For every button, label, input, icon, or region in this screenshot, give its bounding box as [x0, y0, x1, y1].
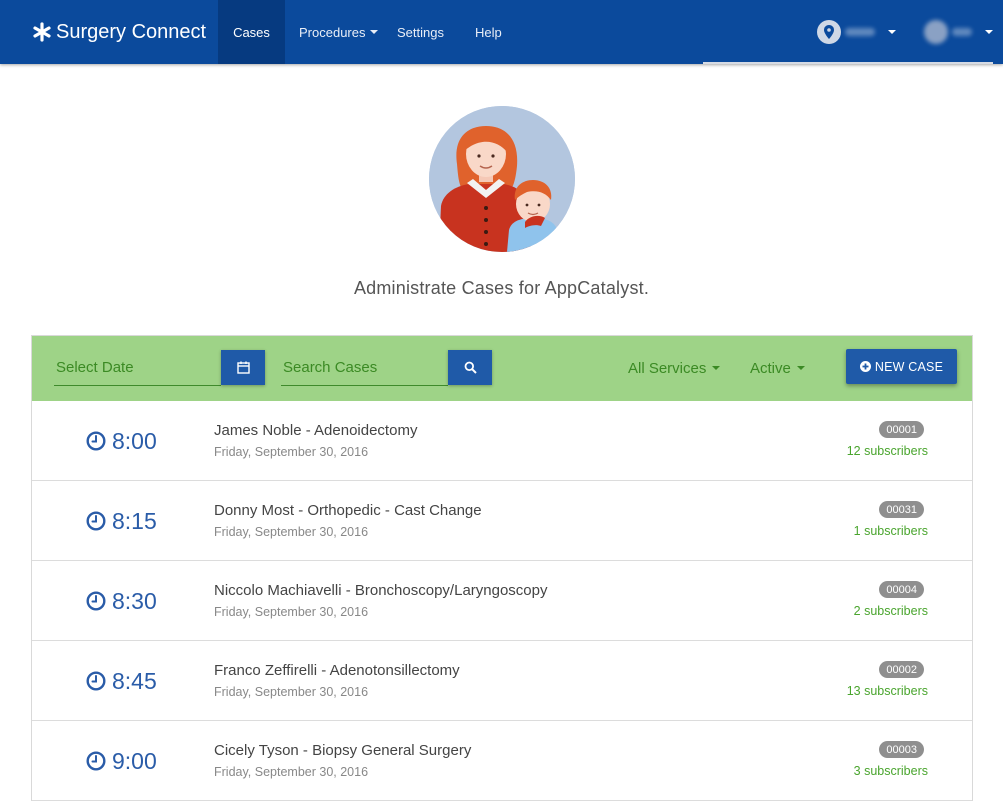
case-time: 8:30	[86, 561, 157, 641]
case-subscribers-link[interactable]: 3 subscribers	[854, 764, 928, 778]
case-time-value: 9:00	[112, 747, 157, 774]
cases-toolbar: Select Date Search Cases All Services Ac…	[32, 336, 972, 401]
case-title[interactable]: Franco Zeffirelli - Adenotonsillectomy	[214, 662, 460, 679]
case-time: 8:45	[86, 641, 157, 721]
services-filter-label: All Services	[628, 359, 707, 377]
case-subscribers-link[interactable]: 12 subscribers	[847, 444, 928, 458]
clock-icon	[86, 591, 106, 611]
case-date: Friday, September 30, 2016	[214, 525, 369, 539]
search-button[interactable]	[448, 350, 492, 385]
case-row[interactable]: 9:00 Cicely Tyson - Biopsy General Surge…	[32, 721, 972, 801]
case-id-badge: 00004	[879, 581, 924, 598]
case-id-badge: 00003	[879, 741, 924, 758]
calendar-icon	[236, 361, 250, 374]
nav-tab-settings-label: Settings	[397, 24, 444, 40]
services-filter-dropdown[interactable]: All Services	[628, 350, 721, 386]
status-filter-label: Active	[750, 359, 791, 377]
page-subtitle: Administrate Cases for AppCatalyst.	[353, 278, 650, 298]
case-title[interactable]: Cicely Tyson - Biopsy General Surgery	[214, 742, 471, 759]
clock-icon	[86, 431, 106, 451]
case-time-value: 8:00	[112, 427, 157, 454]
case-time: 8:15	[86, 481, 157, 561]
clock-icon	[86, 671, 106, 691]
nav-tab-cases[interactable]: Cases	[218, 0, 285, 64]
date-picker-input[interactable]: Select Date	[54, 350, 221, 386]
case-date: Friday, September 30, 2016	[214, 445, 369, 459]
search-icon	[464, 361, 477, 374]
case-id-badge: 00001	[879, 421, 924, 438]
case-title[interactable]: James Noble - Adenoidectomy	[214, 422, 417, 439]
case-date: Friday, September 30, 2016	[214, 765, 369, 779]
case-row[interactable]: 8:30 Niccolo Machiavelli - Bronchoscopy/…	[32, 561, 972, 641]
navbar-divider	[703, 62, 993, 64]
clock-icon	[86, 751, 106, 771]
top-navbar: Surgery Connect Cases Procedures Setting…	[0, 0, 1003, 64]
case-subscribers-link[interactable]: 13 subscribers	[847, 684, 928, 698]
new-case-label: NEW CASE	[874, 359, 944, 374]
case-row[interactable]: 8:00 James Noble - Adenoidectomy Friday,…	[32, 401, 972, 481]
new-case-button[interactable]: NEW CASE	[846, 349, 957, 384]
cases-panel: Select Date Search Cases All Services Ac…	[31, 335, 973, 801]
case-time-value: 8:45	[112, 667, 157, 694]
chevron-down-icon	[796, 366, 805, 370]
nav-tab-help[interactable]: Help	[460, 0, 517, 64]
search-cases-placeholder: Search Cases	[283, 359, 378, 376]
family-illustration	[429, 106, 575, 252]
case-subscribers-link[interactable]: 2 subscribers	[854, 604, 928, 618]
date-picker-placeholder: Select Date	[56, 359, 134, 376]
user-name-redacted	[952, 28, 972, 36]
case-time-value: 8:30	[112, 587, 157, 614]
chevron-down-icon	[712, 366, 721, 370]
case-time: 8:00	[86, 401, 157, 481]
map-pin-icon	[817, 20, 841, 44]
case-id-badge: 00031	[879, 501, 924, 518]
calendar-button[interactable]	[221, 350, 265, 385]
case-id-badge: 00002	[879, 661, 924, 678]
chevron-down-icon	[370, 30, 379, 34]
location-dropdown[interactable]	[817, 0, 896, 64]
case-subscribers-link[interactable]: 1 subscribers	[854, 524, 928, 538]
nav-tab-procedures-label: Procedures	[299, 24, 366, 40]
case-date: Friday, September 30, 2016	[214, 605, 369, 619]
case-title[interactable]: Donny Most - Orthopedic - Cast Change	[214, 502, 482, 519]
user-avatar	[924, 20, 948, 44]
plus-circle-icon	[859, 361, 871, 372]
user-menu-dropdown[interactable]	[924, 0, 993, 64]
case-title[interactable]: Niccolo Machiavelli - Bronchoscopy/Laryn…	[214, 582, 548, 599]
chevron-down-icon	[888, 30, 896, 34]
nav-tab-cases-label: Cases	[233, 24, 270, 40]
nav-tab-settings[interactable]: Settings	[382, 0, 459, 64]
chevron-down-icon	[985, 30, 993, 34]
case-time-value: 8:15	[112, 507, 157, 534]
nav-tab-help-label: Help	[475, 24, 502, 40]
location-name-redacted	[845, 28, 875, 36]
case-row[interactable]: 8:15 Donny Most - Orthopedic - Cast Chan…	[32, 481, 972, 561]
nav-tab-procedures[interactable]: Procedures	[284, 0, 393, 64]
brand-logo[interactable]: Surgery Connect	[32, 0, 206, 64]
brand-name: Surgery Connect	[56, 20, 207, 43]
asterisk-icon	[33, 22, 51, 42]
clock-icon	[86, 511, 106, 531]
case-date: Friday, September 30, 2016	[214, 685, 369, 699]
status-filter-dropdown[interactable]: Active	[750, 350, 805, 386]
case-time: 9:00	[86, 721, 157, 801]
case-row[interactable]: 8:45 Franco Zeffirelli - Adenotonsillect…	[32, 641, 972, 721]
search-cases-input[interactable]: Search Cases	[281, 350, 448, 386]
